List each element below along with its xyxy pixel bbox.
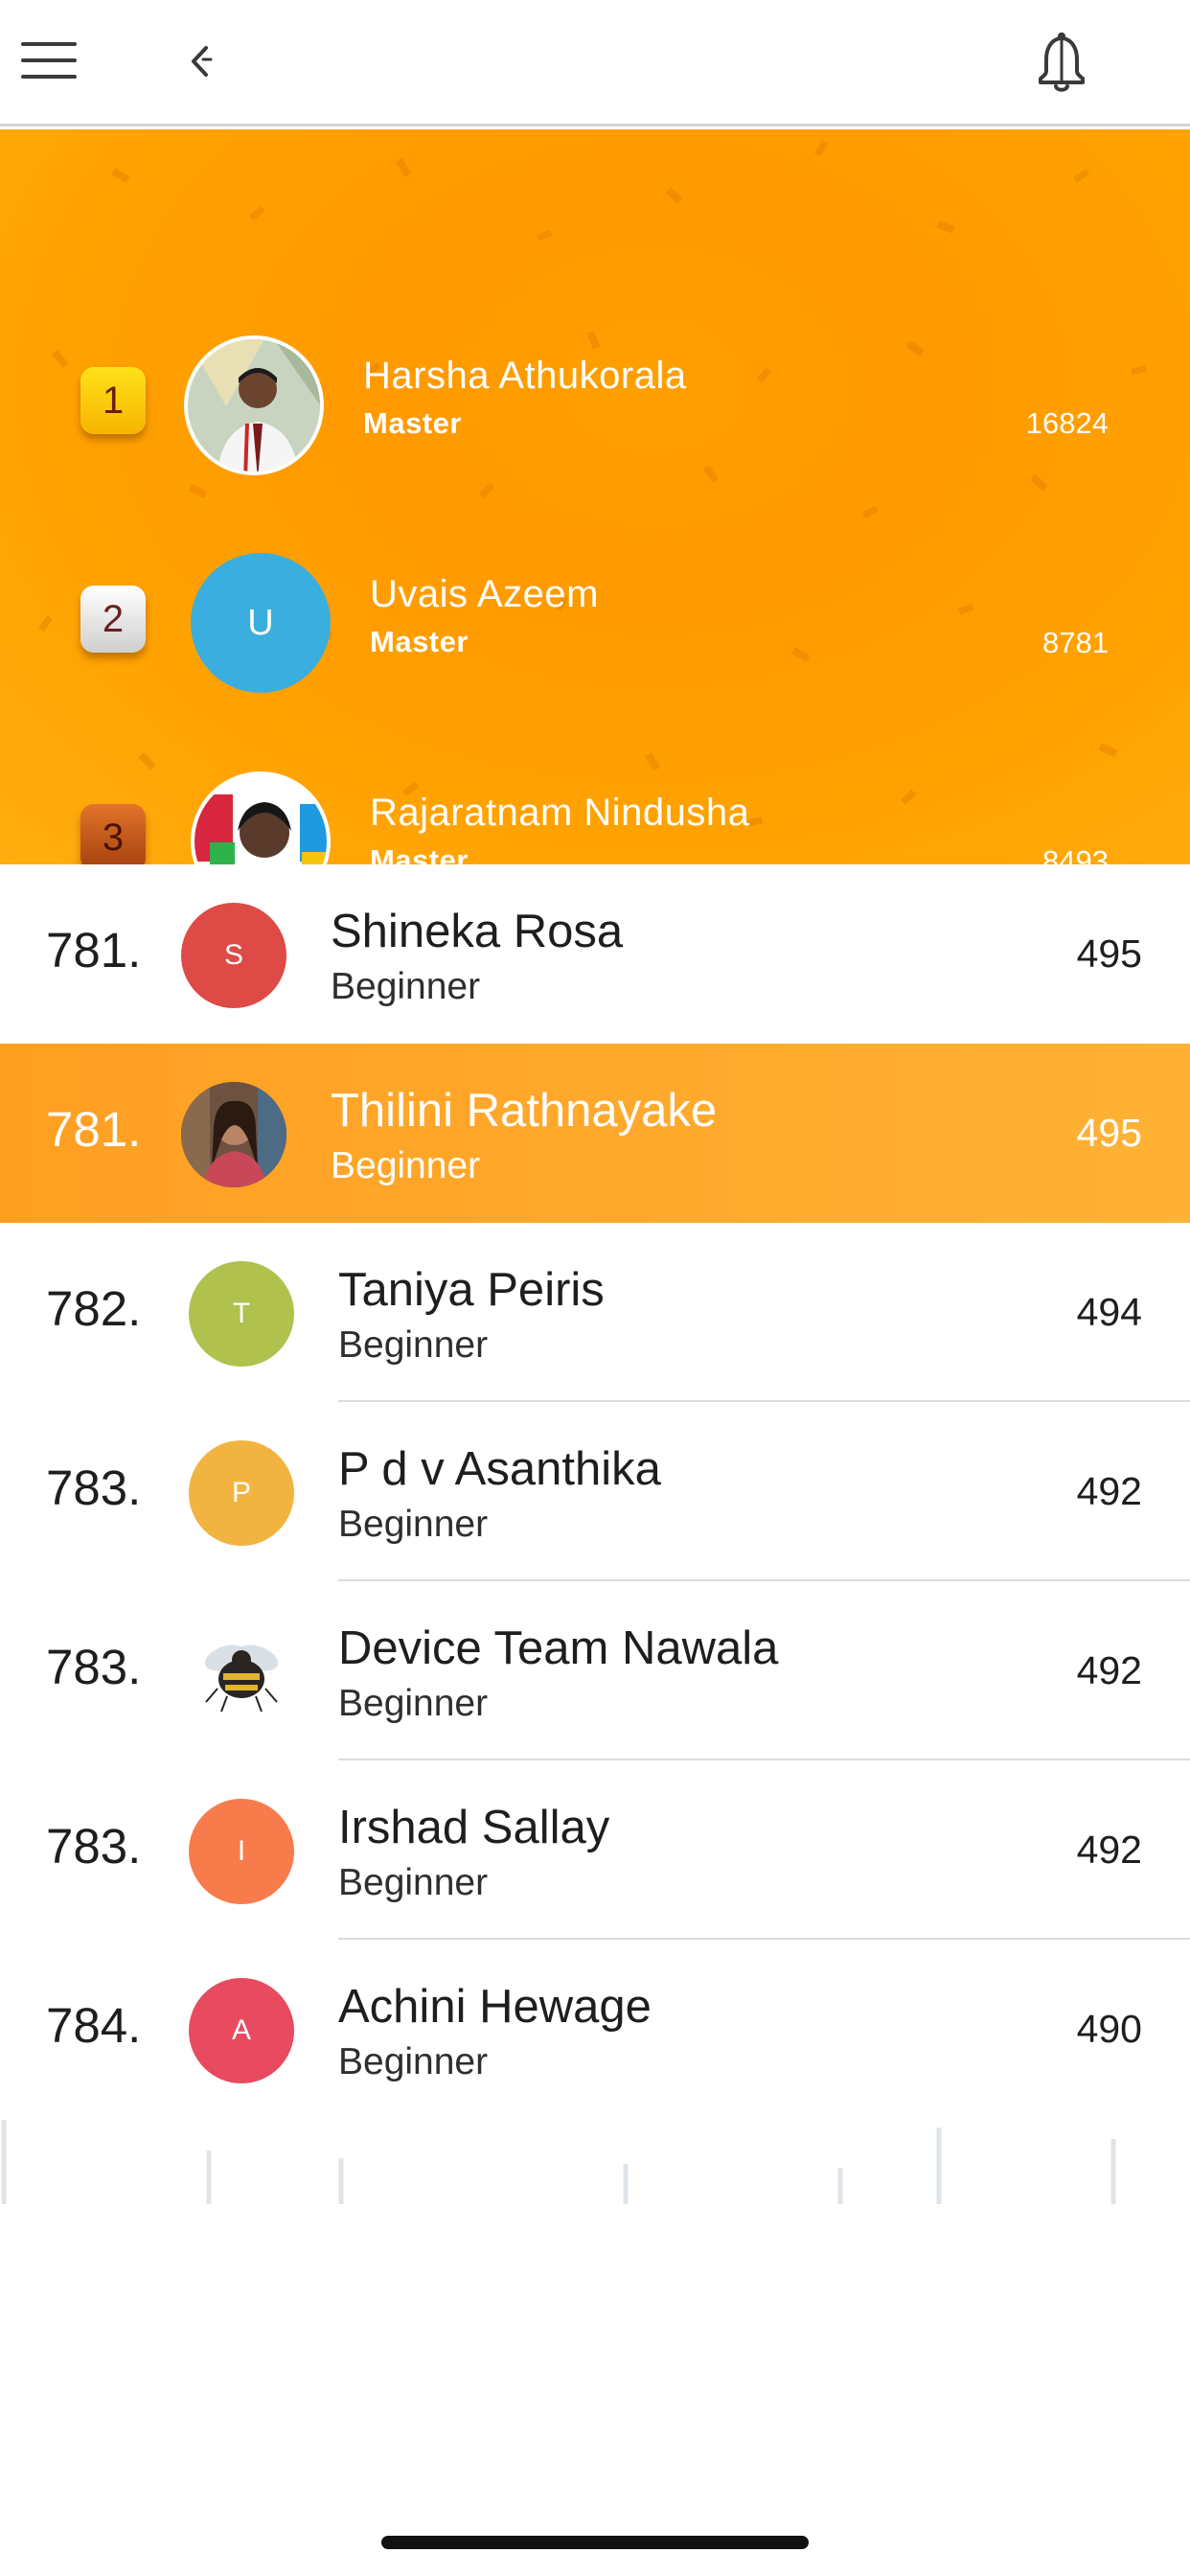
- user-score: 492: [1076, 1648, 1142, 1692]
- list-item[interactable]: 783. P P d v Asanthika Beginner 492: [0, 1402, 1190, 1581]
- user-level: Beginner: [338, 1324, 489, 1366]
- user-level: Beginner: [331, 966, 481, 1007]
- rank-number: 783.: [46, 1460, 142, 1515]
- avatar: [191, 771, 331, 864]
- user-score: 495: [1076, 1111, 1142, 1155]
- podium-entry-1[interactable]: 1 Harsha Athukorala Master 16824: [0, 259, 1190, 475]
- back-arrow-icon[interactable]: [182, 38, 220, 86]
- list-item[interactable]: 782. T Taniya Peiris Beginner 494: [0, 1223, 1190, 1402]
- user-score: 490: [1076, 2007, 1142, 2051]
- podium-entry-3[interactable]: 3 Rajaratnam Nindusha Master 8493: [0, 696, 1190, 864]
- list-item[interactable]: 783. Device Team Nawala Beginner 492: [0, 1581, 1190, 1760]
- podium-score: 16824: [1025, 406, 1109, 440]
- rank-badge-bronze: 3: [80, 804, 146, 864]
- avatar: I: [189, 1799, 294, 1904]
- user-score: 494: [1076, 1290, 1142, 1334]
- bell-icon[interactable]: [1033, 29, 1090, 96]
- user-level: Beginner: [338, 1504, 489, 1545]
- bee-icon: [189, 1620, 294, 1725]
- avatar: P: [189, 1440, 294, 1546]
- user-level: Beginner: [338, 2041, 489, 2082]
- rank-number: 784.: [46, 1998, 142, 2053]
- podium-score: 8493: [1042, 844, 1109, 864]
- user-level: Beginner: [338, 1683, 489, 1724]
- podium-level: Master: [363, 406, 462, 440]
- user-score: 495: [1076, 932, 1142, 976]
- top-navigation-bar: [0, 0, 1190, 126]
- user-name: Achini Hewage: [338, 1981, 652, 2033]
- user-level: Beginner: [331, 1145, 481, 1186]
- avatar: A: [189, 1978, 294, 2083]
- user-name: Shineka Rosa: [331, 906, 624, 957]
- home-indicator[interactable]: [381, 2536, 809, 2549]
- rank-number: 781.: [46, 1102, 142, 1157]
- podium-level: Master: [370, 625, 469, 658]
- avatar: [184, 335, 324, 475]
- rank-number: 783.: [46, 1819, 142, 1874]
- rank-badge-silver: 2: [80, 586, 146, 653]
- podium-score: 8781: [1042, 626, 1109, 659]
- loading-indicator: [1, 2120, 1116, 2204]
- user-name: Irshad Sallay: [338, 1802, 610, 1853]
- podium-name: Rajaratnam Nindusha: [370, 792, 750, 834]
- podium-name: Uvais Azeem: [370, 573, 599, 615]
- rank-number: 782.: [46, 1281, 142, 1336]
- user-level: Beginner: [338, 1862, 489, 1903]
- user-score: 492: [1076, 1828, 1142, 1872]
- rank-badge-gold: 1: [80, 367, 146, 434]
- avatar: S: [181, 903, 286, 1008]
- avatar: U: [191, 553, 331, 693]
- user-name: Device Team Nawala: [338, 1622, 779, 1674]
- podium-name: Harsha Athukorala: [363, 355, 687, 397]
- top-three-podium: 1 Harsha Athukorala Master 16824 2 U Uva…: [0, 129, 1190, 864]
- podium-level: Master: [370, 843, 469, 864]
- user-score: 492: [1076, 1469, 1142, 1513]
- user-name: P d v Asanthika: [338, 1443, 661, 1495]
- list-item-current-user[interactable]: 781. Thilini Rathnayake Beginner 495: [0, 1044, 1190, 1223]
- rank-number: 781.: [46, 923, 142, 978]
- list-item[interactable]: 784. A Achini Hewage Beginner 490: [0, 1940, 1190, 2119]
- avatar: [181, 1082, 286, 1187]
- list-item[interactable]: 783. I Irshad Sallay Beginner 492: [0, 1760, 1190, 1940]
- rank-number: 783.: [46, 1640, 142, 1694]
- podium-entry-2[interactable]: 2 U Uvais Azeem Master 8781: [0, 477, 1190, 693]
- hamburger-menu-icon[interactable]: [21, 42, 79, 80]
- user-name: Taniya Peiris: [338, 1264, 605, 1316]
- list-item[interactable]: 781. S Shineka Rosa Beginner 495: [0, 864, 1190, 1044]
- avatar: T: [189, 1261, 294, 1367]
- user-name: Thilini Rathnayake: [331, 1085, 718, 1137]
